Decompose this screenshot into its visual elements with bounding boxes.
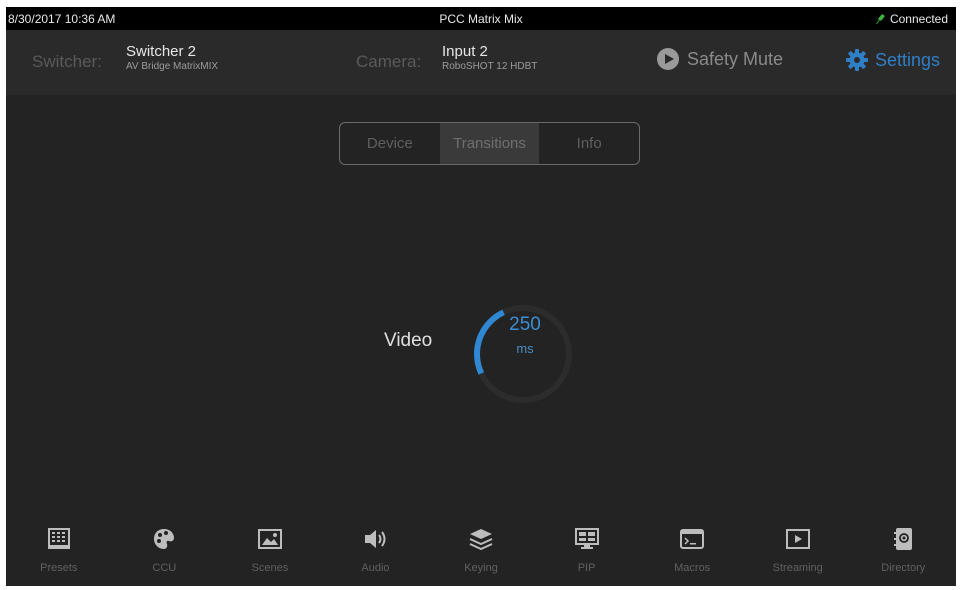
- tab-device[interactable]: Device: [340, 123, 440, 164]
- connection-status: Connected: [874, 12, 948, 26]
- settings-button[interactable]: Settings: [845, 48, 940, 72]
- tab-transitions[interactable]: Transitions: [439, 123, 540, 164]
- presets-grid-icon: [47, 524, 71, 554]
- camera-model: RoboSHOT 12 HDBT: [442, 61, 538, 72]
- transition-value-unit: ms: [516, 341, 534, 356]
- connection-plug-icon: [875, 14, 885, 24]
- nav-directory-label: Directory: [881, 562, 926, 574]
- switcher-label: Switcher:: [32, 52, 102, 71]
- camera-selector[interactable]: Input 2 RoboSHOT 12 HDBT: [442, 43, 537, 72]
- switcher-name: Switcher 2: [126, 43, 197, 60]
- nav-presets-label: Presets: [40, 562, 78, 574]
- tab-bar: Device Transitions Info: [339, 122, 640, 165]
- nav-presets[interactable]: Presets: [6, 520, 112, 586]
- layers-icon: [469, 524, 493, 554]
- nav-scenes-label: Scenes: [251, 562, 289, 574]
- settings-label: Settings: [875, 49, 941, 70]
- camera-label: Camera:: [356, 52, 422, 71]
- transition-value: 250 ms: [500, 314, 550, 356]
- nav-audio[interactable]: Audio: [323, 520, 429, 586]
- nav-pip[interactable]: PIP: [534, 520, 640, 586]
- scene-picture-icon: [257, 524, 282, 554]
- video-transition-label: Video: [384, 330, 433, 351]
- nav-ccu[interactable]: CCU: [112, 520, 218, 586]
- pip-monitor-icon: [574, 524, 599, 554]
- switcher-selector[interactable]: Switcher 2 AV Bridge MatrixMIX: [126, 43, 218, 72]
- nav-streaming-label: Streaming: [772, 562, 823, 574]
- app-title: PCC Matrix Mix: [439, 12, 523, 26]
- nav-directory[interactable]: Directory: [851, 520, 957, 586]
- bottom-nav: Presets CCU Scenes Audio Keying PIP Macr…: [6, 520, 956, 586]
- palette-icon: [153, 524, 175, 554]
- safety-mute-button[interactable]: Safety Mute: [657, 48, 783, 70]
- tab-info[interactable]: Info: [539, 123, 639, 164]
- nav-pip-label: PIP: [577, 562, 596, 574]
- switcher-model: AV Bridge MatrixMIX: [126, 61, 219, 72]
- header-bar: Switcher: Switcher 2 AV Bridge MatrixMIX…: [6, 30, 956, 95]
- play-screen-icon: [785, 524, 810, 554]
- connection-label: Connected: [889, 12, 948, 26]
- address-book-icon: [892, 524, 914, 554]
- safety-mute-label: Safety Mute: [687, 48, 784, 69]
- nav-ccu-label: CCU: [152, 562, 177, 574]
- nav-keying-label: Keying: [464, 562, 498, 574]
- gear-icon: [846, 49, 868, 71]
- nav-macros-label: Macros: [674, 562, 711, 574]
- camera-name: Input 2: [442, 43, 488, 60]
- status-bar: 8/30/2017 10:36 AM PCC Matrix Mix Connec…: [6, 7, 956, 30]
- play-circle-icon: [657, 48, 679, 70]
- app-frame: 8/30/2017 10:36 AM PCC Matrix Mix Connec…: [6, 7, 956, 586]
- transition-value-number: 250: [509, 314, 541, 335]
- nav-scenes[interactable]: Scenes: [217, 520, 323, 586]
- terminal-icon: [680, 524, 705, 554]
- nav-keying[interactable]: Keying: [428, 520, 534, 586]
- speaker-icon: [363, 524, 387, 554]
- nav-macros[interactable]: Macros: [639, 520, 745, 586]
- nav-streaming[interactable]: Streaming: [745, 520, 851, 586]
- nav-audio-label: Audio: [361, 562, 390, 574]
